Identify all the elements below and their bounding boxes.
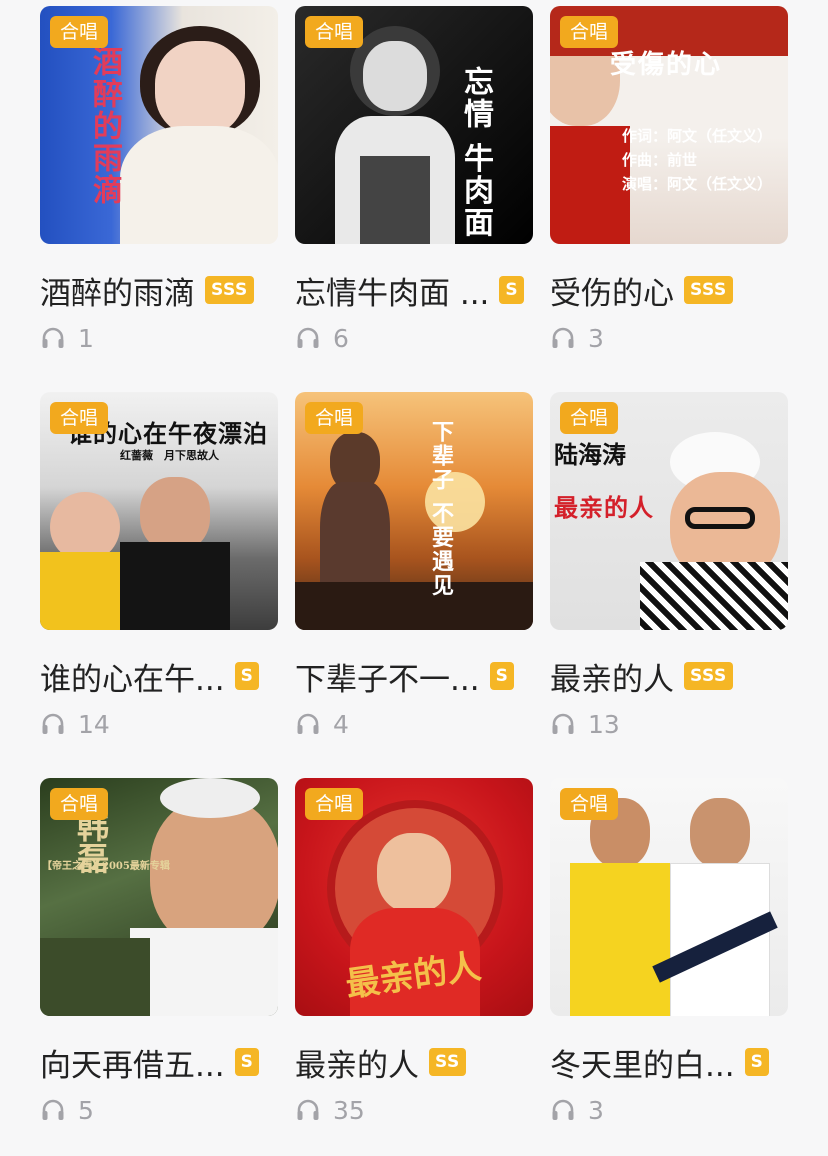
song-card[interactable]: 韩磊 【帝王之声】2005最新专辑 合唱 向天再借五... S 5 (40, 778, 278, 1125)
cover-credit-line: 作词：阿文（任文义） (622, 127, 773, 145)
rating-badge: S (744, 1048, 770, 1076)
song-title-row[interactable]: 酒醉的雨滴 SSS (40, 268, 278, 313)
rating-badge: S (234, 1048, 260, 1076)
song-title[interactable]: 酒醉的雨滴 (40, 268, 195, 313)
song-title[interactable]: 最亲的人 (295, 1040, 419, 1085)
listen-stat: 35 (295, 1092, 365, 1128)
song-card[interactable]: 酒醉的雨滴 合唱 酒醉的雨滴 SSS 1 (40, 6, 278, 353)
song-card[interactable]: 谁的心在午夜漂泊 红蔷薇 月下思故人 合唱 谁的心在午... S 14 (40, 392, 278, 739)
listen-stat: 13 (550, 706, 620, 742)
listen-count: 5 (78, 1095, 94, 1125)
headphone-icon (297, 327, 319, 348)
song-card[interactable]: 最亲的人 合唱 最亲的人 SS 35 (295, 778, 533, 1125)
chorus-tag: 合唱 (50, 788, 109, 820)
chorus-tag: 合唱 (305, 402, 364, 434)
rating-badge: SSS (205, 276, 254, 304)
cover-title-text: 下辈子 不要遇见 (428, 420, 454, 598)
listen-count: 35 (333, 1095, 365, 1125)
song-title-row[interactable]: 向天再借五... S (40, 1040, 278, 1085)
album-cover[interactable]: 最亲的人 陆海涛 合唱 (550, 392, 788, 630)
headphone-icon (552, 713, 574, 734)
listen-stat: 3 (550, 1092, 604, 1128)
song-title-row[interactable]: 最亲的人 SS (295, 1040, 533, 1085)
cover-credit-line: 红蔷薇 月下思故人 (120, 449, 219, 462)
listen-stat: 6 (295, 320, 349, 356)
headphone-icon (552, 327, 574, 348)
song-card[interactable]: 合唱冬天里的白... S 3 (550, 778, 788, 1125)
song-title[interactable]: 受伤的心 (550, 268, 674, 313)
listen-count: 13 (588, 709, 620, 739)
headphone-icon (552, 1099, 574, 1120)
song-title-row[interactable]: 冬天里的白... S (550, 1040, 788, 1085)
listen-stat: 4 (295, 706, 349, 742)
album-cover[interactable]: 最亲的人 合唱 (295, 778, 533, 1016)
rating-badge: SSS (684, 276, 733, 304)
cover-title-text: 忘情 牛肉面 (458, 66, 493, 239)
listen-stat: 3 (550, 320, 604, 356)
listen-stat: 1 (40, 320, 94, 356)
album-cover[interactable]: 忘情 牛肉面 合唱 (295, 6, 533, 244)
chorus-tag: 合唱 (305, 788, 364, 820)
song-card[interactable]: 受傷的心作词：阿文（任文义） 作曲：前世演唱：阿文（任文义） 合唱受伤的心 SSS 3 (550, 6, 788, 353)
album-cover[interactable]: 合唱 (550, 778, 788, 1016)
album-cover[interactable]: 受傷的心作词：阿文（任文义） 作曲：前世演唱：阿文（任文义） 合唱 (550, 6, 788, 244)
song-title-row[interactable]: 忘情牛肉面 ... S (295, 268, 533, 313)
rating-badge: S (234, 662, 260, 690)
rating-badge: S (489, 662, 515, 690)
song-title-row[interactable]: 最亲的人 SSS (550, 654, 788, 699)
cover-credit-line: 演唱：阿文（任文义） (622, 175, 773, 193)
chorus-tag: 合唱 (560, 402, 619, 434)
cover-title-text: 受傷的心 (610, 50, 723, 80)
cover-title-text: 最亲的人 (554, 493, 654, 522)
listen-count: 14 (78, 709, 110, 739)
chorus-tag: 合唱 (560, 16, 619, 48)
song-title[interactable]: 冬天里的白... (550, 1040, 735, 1085)
song-title[interactable]: 向天再借五... (40, 1040, 225, 1085)
song-grid: 酒醉的雨滴 合唱 酒醉的雨滴 SSS 1 忘情 牛肉面 合唱 忘情牛肉面 ... S 6 受傷的心作… (0, 0, 828, 1156)
listen-count: 6 (333, 323, 349, 353)
cover-credit-line: 陆海涛 (554, 440, 626, 469)
headphone-icon (42, 713, 64, 734)
listen-count: 1 (78, 323, 94, 353)
song-title[interactable]: 最亲的人 (550, 654, 674, 699)
rating-badge: SSS (684, 662, 733, 690)
album-cover[interactable]: 下辈子 不要遇见 合唱 (295, 392, 533, 630)
headphone-icon (297, 1099, 319, 1120)
headphone-icon (42, 1099, 64, 1120)
listen-stat: 14 (40, 706, 110, 742)
chorus-tag: 合唱 (560, 788, 619, 820)
song-card[interactable]: 忘情 牛肉面 合唱忘情牛肉面 ... S 6 (295, 6, 533, 353)
rating-badge: SS (429, 1048, 466, 1076)
headphone-icon (42, 327, 64, 348)
listen-count: 3 (588, 1095, 604, 1125)
album-cover[interactable]: 谁的心在午夜漂泊 红蔷薇 月下思故人 合唱 (40, 392, 278, 630)
song-title[interactable]: 忘情牛肉面 ... (295, 268, 489, 313)
chorus-tag: 合唱 (50, 402, 109, 434)
cover-credit-line: 作曲：前世 (622, 151, 698, 169)
album-cover[interactable]: 酒醉的雨滴 合唱 (40, 6, 278, 244)
song-card[interactable]: 下辈子 不要遇见 合唱下辈子不一... S 4 (295, 392, 533, 739)
song-card[interactable]: 最亲的人 陆海涛 合唱最亲的人 SSS 13 (550, 392, 788, 739)
cover-credit-line: 【帝王之声】2005最新专辑 (42, 861, 170, 872)
rating-badge: S (499, 276, 525, 304)
listen-count: 3 (588, 323, 604, 353)
listen-count: 4 (333, 709, 349, 739)
song-title-row[interactable]: 下辈子不一... S (295, 654, 533, 699)
chorus-tag: 合唱 (305, 16, 364, 48)
listen-stat: 5 (40, 1092, 94, 1128)
song-title-row[interactable]: 受伤的心 SSS (550, 268, 788, 313)
cover-title-text: 酒醉的雨滴 (87, 46, 122, 206)
song-title[interactable]: 谁的心在午... (40, 654, 225, 699)
song-title-row[interactable]: 谁的心在午... S (40, 654, 278, 699)
album-cover[interactable]: 韩磊 【帝王之声】2005最新专辑 合唱 (40, 778, 278, 1016)
song-title[interactable]: 下辈子不一... (295, 654, 480, 699)
chorus-tag: 合唱 (50, 16, 109, 48)
headphone-icon (297, 713, 319, 734)
